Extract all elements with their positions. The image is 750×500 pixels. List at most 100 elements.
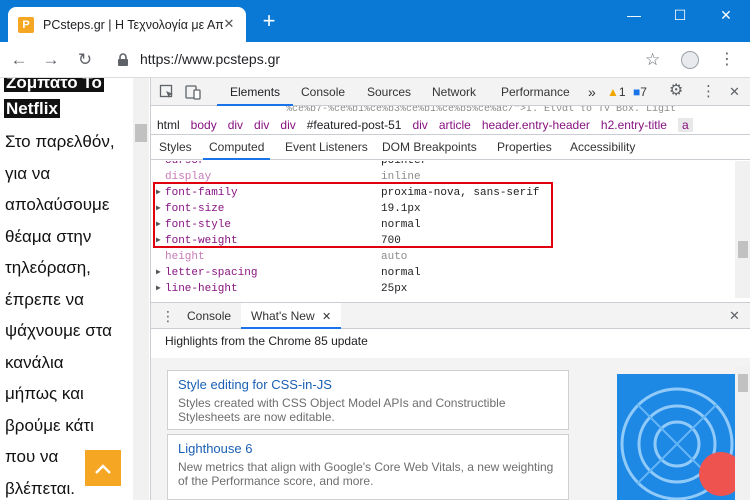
body-line: απολαύσουμε: [5, 195, 110, 214]
browser-tab[interactable]: P PCsteps.gr | Η Τεχνολογία με Απλά ✕: [8, 7, 246, 42]
settings-gear-icon[interactable]: ⚙: [669, 83, 683, 99]
address-bar[interactable]: https://www.pcsteps.gr: [140, 51, 280, 67]
page-scrollbar-thumb[interactable]: [135, 124, 147, 142]
bookmark-star-icon[interactable]: ☆: [645, 48, 660, 72]
tab-styles[interactable]: Styles: [159, 136, 192, 160]
properties-scrollbar-thumb[interactable]: [738, 241, 748, 258]
tab-computed[interactable]: Computed: [203, 136, 271, 160]
devtools-menu-icon[interactable]: ⋮: [701, 84, 716, 100]
close-devtools-icon[interactable]: ✕: [729, 84, 740, 100]
property-name: line-height: [165, 283, 238, 295]
drawer-tab-console[interactable]: Console: [187, 303, 231, 329]
expand-arrow-icon[interactable]: ▶: [156, 233, 161, 249]
property-value: 19.1px: [381, 203, 421, 215]
scroll-to-top-button[interactable]: [85, 450, 121, 486]
tab-title: PCsteps.gr | Η Τεχνολογία με Απλά: [43, 17, 223, 32]
property-value: proxima-nova, sans-serif: [381, 187, 540, 199]
property-name: font-family: [165, 187, 238, 199]
expand-arrow-icon[interactable]: ▶: [156, 185, 161, 201]
drawer-tabs: ⋮ Console What's New ✕ ✕: [151, 302, 750, 329]
properties-scrollbar[interactable]: [735, 161, 750, 298]
drawer-tab-whats-new[interactable]: What's New ✕: [241, 303, 342, 329]
drawer-tab-whats-new-label: What's New: [251, 309, 315, 323]
feature-card-title[interactable]: Style editing for CSS-in-JS: [178, 376, 558, 393]
body-line: τηλεόραση,: [5, 258, 91, 277]
drawer-menu-icon[interactable]: ⋮: [161, 308, 175, 324]
property-row[interactable]: ▶ line-height 25px: [151, 281, 735, 297]
breadcrumb-item[interactable]: header.entry-header: [482, 118, 590, 132]
device-toolbar-icon[interactable]: [185, 84, 201, 100]
close-tab-icon[interactable]: ✕: [322, 311, 331, 323]
breadcrumb-item[interactable]: h2.entry-title: [601, 118, 667, 132]
feature-card-title[interactable]: Lighthouse 6: [178, 440, 558, 457]
reload-button[interactable]: ↻: [72, 48, 98, 72]
maximize-button[interactable]: ☐: [658, 4, 702, 26]
whats-new-content: Style editing for CSS-in-JS Styles creat…: [151, 358, 750, 500]
inspect-element-icon[interactable]: [159, 84, 175, 100]
property-value: inline: [381, 171, 421, 183]
property-value: normal: [381, 219, 421, 231]
breadcrumb-item[interactable]: div: [254, 118, 269, 132]
breadcrumb-item[interactable]: div: [412, 118, 427, 132]
profile-avatar[interactable]: [681, 51, 699, 69]
whats-new-scrollbar-thumb[interactable]: [738, 374, 748, 392]
close-drawer-icon[interactable]: ✕: [729, 308, 740, 324]
property-name: letter-spacing: [165, 267, 258, 279]
breadcrumb-item-selected[interactable]: a: [677, 117, 693, 132]
feature-card[interactable]: Style editing for CSS-in-JS Styles creat…: [167, 370, 569, 430]
warnings-badge[interactable]: ▲1: [607, 78, 626, 106]
article-heading-line2[interactable]: Netflix: [4, 99, 60, 118]
feature-card[interactable]: Lighthouse 6 New metrics that align with…: [167, 434, 569, 500]
tab-accessibility[interactable]: Accessibility: [570, 136, 635, 160]
title-bar: P PCsteps.gr | Η Τεχνολογία με Απλά ✕ + …: [0, 0, 750, 42]
tab-dom-breakpoints[interactable]: DOM Breakpoints: [382, 136, 477, 160]
minimize-button[interactable]: —: [612, 4, 656, 26]
tab-performance[interactable]: Performance: [501, 78, 570, 106]
expand-arrow-icon[interactable]: ▶: [156, 217, 161, 233]
property-name: font-style: [165, 219, 232, 231]
close-tab-icon[interactable]: ✕: [222, 17, 236, 31]
more-tabs-button[interactable]: »: [588, 78, 596, 106]
property-row[interactable]: ▶ font-family proxima-nova, sans-serif: [151, 185, 735, 201]
back-button[interactable]: ←: [6, 48, 32, 72]
property-row[interactable]: ▶ font-style normal: [151, 217, 735, 233]
body-line: έπρεπε να: [5, 289, 84, 309]
body-line: για να: [5, 163, 51, 183]
property-row[interactable]: ▶ font-weight 700: [151, 233, 735, 249]
elements-sub-tabs: Styles Computed Event Listeners DOM Brea…: [151, 136, 750, 160]
messages-badge[interactable]: ■7: [633, 78, 647, 106]
expand-arrow-icon[interactable]: ▶: [156, 201, 161, 217]
close-window-button[interactable]: ✕: [704, 4, 748, 26]
breadcrumb: html body div div div #featured-post-51 …: [151, 115, 750, 135]
property-row[interactable]: cursor pointer: [151, 161, 735, 169]
property-value: 700: [381, 235, 401, 247]
expand-arrow-icon[interactable]: ▶: [156, 281, 161, 297]
lock-icon: [118, 53, 128, 66]
forward-button[interactable]: →: [38, 48, 64, 72]
property-row[interactable]: display inline: [151, 169, 735, 185]
property-row[interactable]: ▶ font-size 19.1px: [151, 201, 735, 217]
tab-sources[interactable]: Sources: [367, 78, 411, 106]
tab-elements[interactable]: Elements: [217, 78, 294, 106]
breadcrumb-item[interactable]: div: [280, 118, 295, 132]
tab-console[interactable]: Console: [301, 78, 345, 106]
article-heading-line1[interactable]: Ζομπατο Το: [4, 78, 104, 92]
tab-network[interactable]: Network: [432, 78, 476, 106]
browser-menu-icon[interactable]: ⋮: [719, 48, 735, 72]
property-row[interactable]: height auto: [151, 249, 735, 265]
tab-event-listeners[interactable]: Event Listeners: [285, 136, 368, 160]
property-row[interactable]: ▶ letter-spacing normal: [151, 265, 735, 281]
computed-properties-list: cursor pointer display inline ▶ font-fam…: [151, 161, 735, 298]
messages-count: 7: [640, 85, 647, 99]
article-heading[interactable]: Ζομπατο Το Netflix: [4, 78, 104, 122]
breadcrumb-item[interactable]: #featured-post-51: [307, 118, 402, 132]
new-tab-button[interactable]: +: [258, 10, 280, 32]
breadcrumb-item[interactable]: div: [228, 118, 243, 132]
tab-properties[interactable]: Properties: [497, 136, 552, 160]
feature-card-desc: Styles created with CSS Object Model API…: [178, 396, 506, 424]
expand-arrow-icon[interactable]: ▶: [156, 265, 161, 281]
breadcrumb-item[interactable]: body: [191, 118, 217, 132]
breadcrumb-item[interactable]: article: [439, 118, 471, 132]
breadcrumb-item[interactable]: html: [157, 118, 180, 132]
chevron-up-icon: [95, 464, 111, 474]
